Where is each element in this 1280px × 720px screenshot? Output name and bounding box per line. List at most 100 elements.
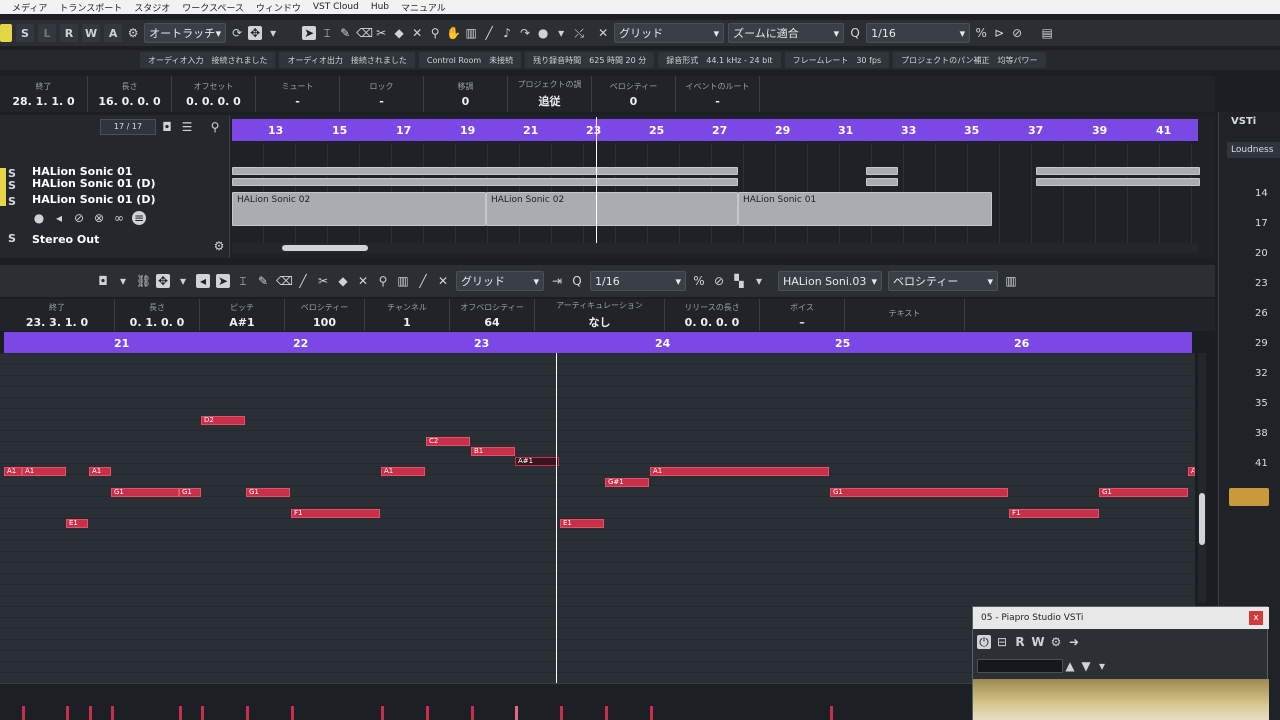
velocity-bar[interactable] — [291, 706, 294, 720]
status-control-room[interactable]: Control Room 未接続 — [418, 52, 522, 68]
h-scroll-thumb[interactable] — [282, 245, 368, 251]
midi-part[interactable] — [232, 178, 738, 186]
note-length[interactable]: 長さ 0. 1. 0. 0 — [115, 299, 200, 331]
pointer-tool-icon[interactable]: ➤ — [302, 26, 317, 40]
controller-lane-select[interactable]: ベロシティー ▾ — [888, 271, 998, 291]
iterative-quantize-icon[interactable]: % — [974, 26, 988, 40]
search-icon[interactable]: ⚲ — [208, 120, 222, 134]
chevron-down-icon[interactable]: ▾ — [1095, 659, 1109, 673]
chevron-down-icon[interactable]: ▾ — [116, 274, 130, 288]
midi-note[interactable]: D2 — [201, 416, 245, 425]
midi-note[interactable]: G#1 — [605, 478, 649, 487]
menu-window[interactable]: ウィンドウ — [256, 1, 301, 14]
read-icon[interactable]: ∞ — [112, 211, 126, 225]
quantize-apply-icon[interactable]: ⊳ — [992, 26, 1006, 40]
midi-part-halion-3[interactable]: HALion Sonic 01 — [738, 192, 992, 226]
midi-note[interactable]: A1 — [650, 467, 829, 476]
info-event-root[interactable]: イベントのルート - — [676, 76, 760, 112]
menu-hub[interactable]: Hub — [371, 2, 389, 12]
track-name-3[interactable]: HALion Sonic 01 (D) — [32, 193, 155, 206]
note-voice[interactable]: ボイス – — [760, 299, 845, 331]
glue-tool-icon[interactable]: ◆ — [336, 274, 350, 288]
midi-part[interactable] — [866, 167, 898, 175]
note-off-velocity[interactable]: オフベロシティー 64 — [450, 299, 535, 331]
settings-icon[interactable]: ⚙ — [1049, 635, 1063, 649]
monitor-icon[interactable]: ◂ — [52, 211, 66, 225]
note-text[interactable]: テキスト — [845, 299, 965, 331]
instrument-icon[interactable]: ⊗ — [92, 211, 106, 225]
status-record-time[interactable]: 残り録音時間 625 時間 20 分 — [525, 52, 655, 68]
automation-mode-select[interactable]: オートラッチ ▾ — [144, 23, 227, 43]
close-icon[interactable]: x — [1249, 611, 1263, 625]
chevron-down-icon[interactable]: ▾ — [176, 274, 190, 288]
chevron-down-icon[interactable]: ▾ — [554, 26, 568, 40]
track-solo[interactable]: S — [8, 195, 16, 208]
midi-note[interactable]: G1 — [246, 488, 290, 497]
status-audio-in[interactable]: オーディオ入力 接続されました — [140, 52, 276, 68]
keyboard-icon[interactable]: ▥ — [1004, 274, 1018, 288]
midi-note[interactable]: C2 — [426, 437, 470, 446]
write-button[interactable]: W — [1031, 635, 1045, 649]
solo-button[interactable]: S — [16, 24, 34, 42]
info-project-key[interactable]: プロジェクトの調 追従 — [508, 76, 592, 112]
arrange-ruler[interactable]: 13 15 17 19 21 23 25 27 29 31 33 35 37 3… — [232, 119, 1198, 141]
constrain-toggle[interactable] — [0, 24, 12, 42]
info-lock[interactable]: ロック - — [340, 76, 424, 112]
midi-note[interactable]: F1 — [291, 509, 380, 518]
pointer-tool-icon[interactable]: ➤ — [216, 274, 230, 288]
down-arrow-icon[interactable]: ▼ — [1079, 659, 1093, 673]
color-icon[interactable]: ● — [536, 26, 550, 40]
velocity-bar[interactable] — [605, 706, 608, 720]
pencil-tool-icon[interactable]: ✎ — [338, 26, 352, 40]
midi-note[interactable]: E1 — [66, 519, 88, 528]
midi-part[interactable] — [866, 178, 898, 186]
eraser-tool-icon[interactable]: ⌫ — [356, 26, 373, 40]
move-icon[interactable]: ✥ — [248, 26, 263, 40]
velocity-bar[interactable] — [426, 706, 429, 720]
info-transpose[interactable]: 移調 0 — [424, 76, 508, 112]
editor-quantize-select[interactable]: 1/16 ▾ — [590, 271, 686, 291]
note-release-length[interactable]: リリースの長さ 0. 0. 0. 0 — [665, 299, 760, 331]
knife-tool-icon[interactable]: ╱ — [296, 274, 310, 288]
sync-icon[interactable]: ⟳ — [230, 26, 244, 40]
instrument-select[interactable]: HALion Soni.03 ▾ — [778, 271, 882, 291]
automation-button[interactable]: A — [104, 24, 123, 42]
midi-part[interactable] — [1036, 167, 1200, 175]
power-button[interactable] — [1229, 488, 1269, 506]
chord-icon[interactable]: ▚ — [732, 274, 746, 288]
velocity-bar[interactable] — [89, 706, 92, 720]
velocity-bar[interactable] — [22, 706, 25, 720]
quantize-reset-icon[interactable]: ⊘ — [1010, 26, 1024, 40]
read-button[interactable]: R — [60, 24, 78, 42]
track-name-output[interactable]: Stereo Out — [32, 233, 99, 246]
velocity-bar[interactable] — [830, 706, 833, 720]
editor-snap-select[interactable]: グリッド ▾ — [456, 271, 544, 291]
velocity-bar[interactable] — [650, 706, 653, 720]
velocity-bar[interactable] — [560, 706, 563, 720]
midi-note[interactable]: G1 — [830, 488, 1008, 497]
menu-media[interactable]: メディア — [12, 1, 47, 14]
midi-note[interactable]: B1 — [471, 447, 515, 456]
midi-note[interactable]: F1 — [1009, 509, 1099, 518]
note-articulation[interactable]: アーティキュレーション なし — [535, 299, 665, 331]
menu-manual[interactable]: マニュアル — [401, 1, 446, 14]
vsti-tab[interactable]: VSTi — [1231, 116, 1256, 127]
line-tool-icon[interactable]: ╱ — [482, 26, 496, 40]
range-tool-icon[interactable]: ⌶ — [320, 26, 334, 40]
record-icon[interactable]: ● — [32, 211, 46, 225]
status-pan-law[interactable]: プロジェクトのパン補正 均等パワー — [893, 52, 1046, 68]
eraser-tool-icon[interactable]: ⌫ — [276, 274, 293, 288]
mute-tool-icon[interactable]: ✕ — [410, 26, 424, 40]
midi-note[interactable]: A1 — [381, 467, 425, 476]
status-audio-out[interactable]: オーディオ出力 接続されました — [279, 52, 415, 68]
midi-note[interactable]: G1 — [111, 488, 179, 497]
info-mute[interactable]: ミュート - — [256, 76, 340, 112]
zoom-tool-icon[interactable]: ⚲ — [376, 274, 390, 288]
zoom-tool-icon[interactable]: ⚲ — [428, 26, 442, 40]
v-scroll-thumb[interactable] — [1199, 493, 1205, 545]
note-pitch[interactable]: ピッチ A#1 — [200, 299, 285, 331]
velocity-bar[interactable] — [515, 706, 518, 720]
track-solo[interactable]: S — [8, 179, 16, 192]
up-arrow-icon[interactable]: ▲ — [1063, 659, 1077, 673]
snap-toggle-icon[interactable]: ⤯ — [572, 26, 586, 40]
